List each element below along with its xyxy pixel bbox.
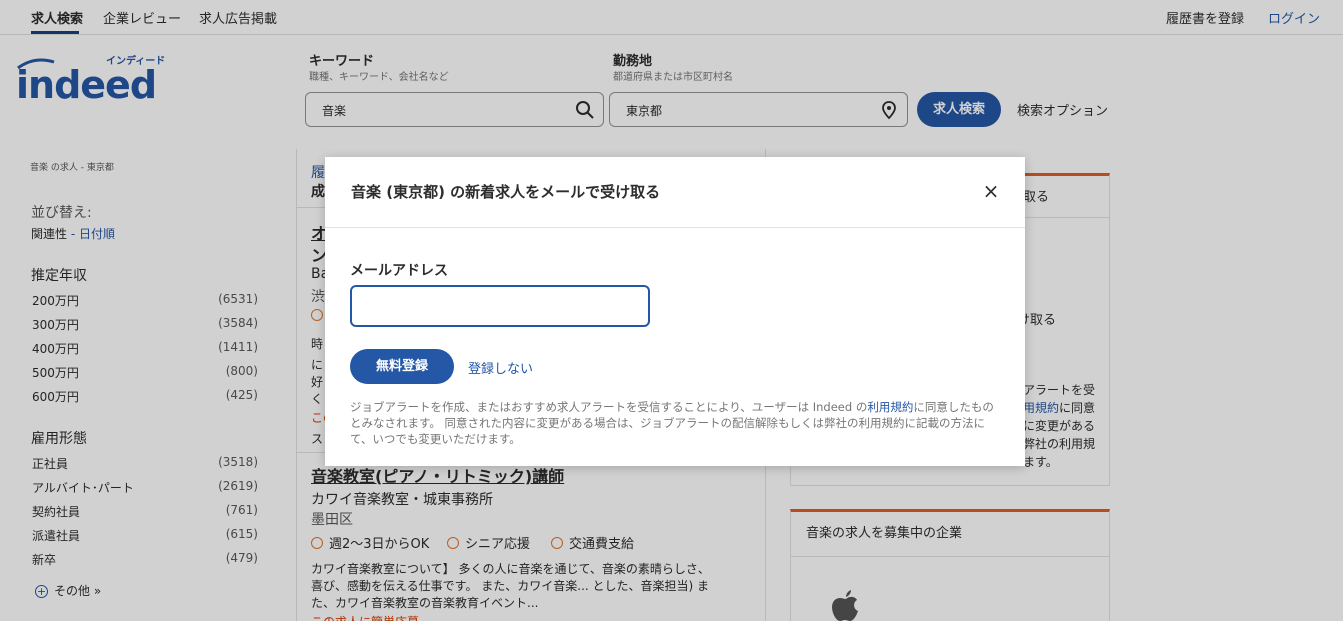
modal-header: 音楽 (東京都) の新着求人をメールで受け取る × xyxy=(325,157,1025,228)
modal-title: 音楽 (東京都) の新着求人をメールで受け取る xyxy=(351,183,661,201)
terms-link[interactable]: 利用規約 xyxy=(867,400,913,414)
free-signup-button[interactable]: 無料登録 xyxy=(350,349,454,384)
legal-notice: ジョブアラートを作成、またはおすすめ求人アラートを受信することにより、ユーザーは… xyxy=(350,399,1000,447)
job-alert-modal: 音楽 (東京都) の新着求人をメールで受け取る × メールアドレス 無料登録 登… xyxy=(325,157,1025,466)
close-icon[interactable]: × xyxy=(981,181,1001,201)
email-label: メールアドレス xyxy=(350,263,448,279)
legal-text: ジョブアラートを作成、またはおすすめ求人アラートを受信することにより、ユーザーは… xyxy=(350,400,868,414)
email-field[interactable] xyxy=(350,285,650,327)
skip-signup-link[interactable]: 登録しない xyxy=(468,358,533,377)
